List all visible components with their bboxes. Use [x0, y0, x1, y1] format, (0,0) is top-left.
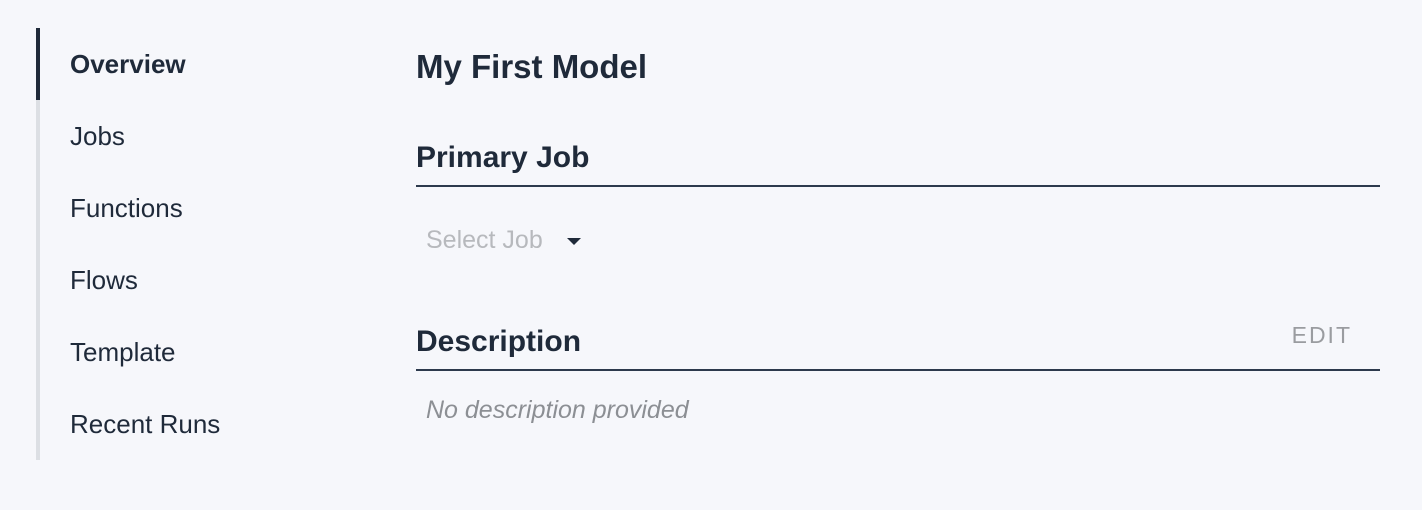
sidebar-item-jobs[interactable]: Jobs — [36, 100, 336, 172]
sidebar-item-label: Overview — [70, 49, 186, 79]
job-select-dropdown[interactable]: Select Job — [426, 220, 581, 260]
page-title: My First Model — [416, 48, 648, 85]
sidebar-item-overview[interactable]: Overview — [36, 28, 336, 100]
description-heading: Description — [416, 325, 582, 358]
sidebar-item-label: Jobs — [70, 121, 125, 151]
primary-job-header: Primary Job — [416, 137, 1380, 187]
sidebar-item-label: Flows — [70, 265, 138, 295]
description-header: Description EDIT — [416, 321, 1380, 371]
job-select-placeholder: Select Job — [426, 225, 543, 254]
sidebar-item-label: Functions — [70, 193, 183, 223]
sidebar-item-recent-runs[interactable]: Recent Runs — [36, 388, 336, 460]
sidebar-nav: Overview Jobs Functions Flows Template R… — [36, 28, 336, 460]
caret-down-icon — [566, 237, 581, 245]
active-indicator — [36, 28, 40, 100]
sidebar-item-label: Recent Runs — [70, 409, 221, 439]
sidebar-item-label: Template — [70, 337, 176, 367]
edit-description-button[interactable]: EDIT — [1292, 322, 1352, 349]
sidebar-item-functions[interactable]: Functions — [36, 172, 336, 244]
sidebar-item-template[interactable]: Template — [36, 316, 336, 388]
description-text: No description provided — [426, 396, 689, 424]
sidebar-item-flows[interactable]: Flows — [36, 244, 336, 316]
primary-job-heading: Primary Job — [416, 141, 590, 174]
